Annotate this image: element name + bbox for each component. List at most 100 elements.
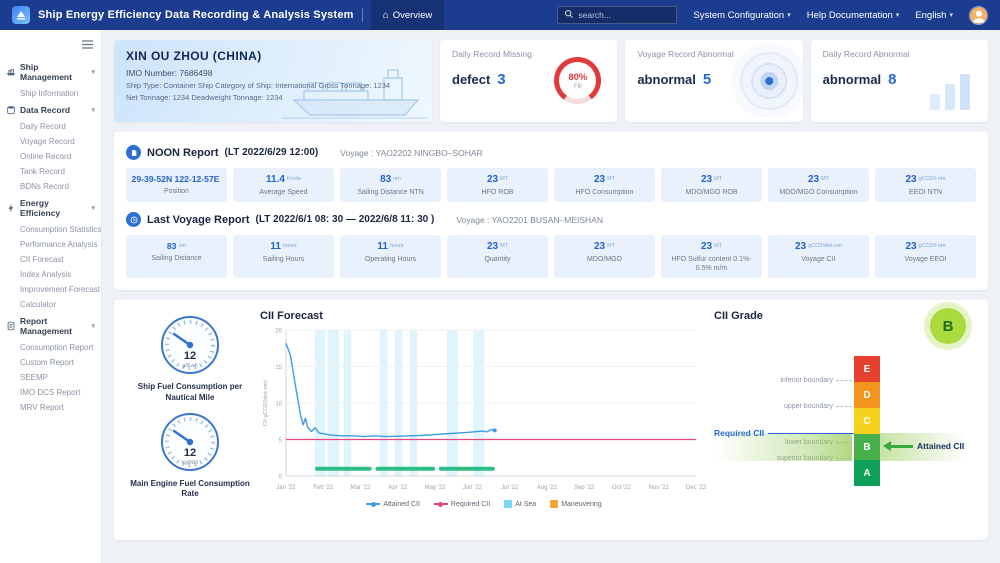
grade-block-d: D [854,382,880,409]
noon-report-header: NOON Report (LT 2022/6/29 12:00) Voyage … [126,145,976,160]
card-value: abnormal 8 [823,71,976,88]
last-voyage-report-voyage: Voyage : YAO2201 BUSAN–MEISHAN [456,215,603,225]
sidebar-item-consumption-report[interactable]: Consumption Report [0,340,101,355]
stat-tile-sailing-hours: 11 hours Sailing Hours [233,235,334,279]
sidebar-group-header-data-record[interactable]: Data Record ▾ [0,101,101,119]
value-text: 11 [377,241,388,253]
stat-label: Sailing Hours [262,256,305,264]
value-text: 23 [807,174,820,185]
grade-block-e: E [854,356,880,383]
value-text: 23 [486,241,499,253]
value-text: 23 [593,241,606,253]
sidebar-item-voyage-record[interactable]: Voyage Record [0,134,101,149]
stat-label: Operating Hours [364,256,417,264]
sidebar-group-header-ship-management[interactable]: Ship Management ▾ [0,58,101,86]
last-voyage-report-stats: 83 nm Sailing Distance 11 hours Sailing Ho… [126,235,976,279]
abnormal-keyword: abnormal [822,72,882,87]
value-unit: gCO2/t·nm [918,243,946,250]
chevron-down-icon: ▾ [91,107,95,114]
bar-chart-decoration [929,94,940,110]
stat-label: Sailing Distance [151,255,202,263]
voyage-value: YAO2202 NINGBO–SOHAR [375,147,483,158]
stat-tile-hfo-rob: 23 MT HFO ROB [447,168,548,203]
legend-item[interactable]: Attained CII [366,501,420,508]
sidebar-item-performance-analysis[interactable]: Performance Analysis [0,237,101,252]
search-box[interactable] [557,6,678,24]
noon-report-period: (LT 2022/6/29 12:00) [224,147,319,158]
stat-label: Quantity [484,256,511,264]
stat-label: HFO Sulfur content 0.1%- 0.5% m/m [671,256,752,272]
stat-value: 23 MT [771,174,866,185]
card-title: Voyage Record Abnormal [637,49,734,59]
grade-block-c: C [854,408,880,435]
sidebar-item-mrv-report[interactable]: MRV Report [0,400,101,415]
stat-value: 23 gCO2/t·nm [878,174,973,185]
sidebar-item-tank-record[interactable]: Tank Record [0,164,101,179]
sidebar-item-custom-report[interactable]: Custom Report [0,355,101,370]
legend-item[interactable]: Maneuvering [550,500,602,509]
sidebar-item-improvement-forecast[interactable]: Improvement Forecast [0,282,101,297]
legend-item[interactable]: At Sea [504,500,536,509]
daily-record-abnormal-card: Daily Record Abnormal abnormal 8 [810,40,988,122]
sidebar-item-index-analysis[interactable]: Index Analysis [0,267,101,282]
noon-report-title: NOON Report [147,146,219,159]
attained-cii-endpoint [492,428,497,433]
stat-value: 11 hours [343,241,438,252]
fill-percentage: 80% [568,71,588,83]
sidebar-collapse-icon[interactable] [0,34,101,58]
sidebar-item-seemp[interactable]: SEEMP [0,370,101,385]
voyage-label: Voyage : [456,214,490,225]
main-engine-fuel-gauge: 12 kg/NM Main Engine Fuel Consumption Ra… [126,411,254,500]
legend-item[interactable]: Required CII [433,501,490,508]
sidebar-item-imo-dcs-report[interactable]: IMO DCS Report [0,385,101,400]
stat-value: 23 MT [450,241,545,252]
search-input[interactable] [578,10,671,20]
search-icon [564,6,574,24]
sidebar-item-ship-information[interactable]: Ship Information [0,86,101,101]
sidebar-item-cii-forecast[interactable]: CII Forecast [0,252,101,267]
topbar: Ship Energy Efficiency Data Recording & … [0,0,1000,30]
sidebar-group-label: Data Record [20,105,71,115]
sidebar-item-daily-record[interactable]: Daily Record [0,119,101,134]
abnormal-count: 8 [888,71,897,88]
gauge-dial: 12 g/Kwh [161,316,219,375]
report-icon [6,321,16,331]
y-tick-label: 15 [275,365,282,371]
stat-label: HFO ROB [481,189,514,196]
gauge-label: Main Engine Fuel Consumption Rate [130,478,250,499]
sidebar-item-consumption-statistics[interactable]: Consumption Statistics [0,222,101,237]
stat-label: Voyage EEOI [904,256,947,264]
menu-system-configuration[interactable]: System Configuration ▾ [693,10,790,21]
stat-tile-mdo-mgo-consumption: 23 MT MDO/MGO Consumption [768,168,869,203]
gauge-label: Ship Fuel Consumption per Nautical Mile [137,382,243,402]
stat-value: 29-39-52N 122-12-57E [129,174,224,184]
sidebar-item-online-record[interactable]: Online Record [0,149,101,164]
ship-detail-line1: Ship Type: Container Ship Category of Sh… [126,81,391,90]
stat-label: EEOI NTN [908,189,943,196]
x-tick-label: May '22 [425,485,446,491]
value-text: 23 [486,174,499,185]
tab-overview[interactable]: ⌂ Overview [370,0,445,30]
sidebar-group-header-report-management[interactable]: Report Management ▾ [0,312,101,340]
voyage-report-icon [126,212,141,228]
value-text: 23 [700,241,713,253]
value-text: 83 [380,174,392,185]
app-title: Ship Energy Efficiency Data Recording & … [38,9,354,21]
sidebar-item-calculator[interactable]: Calculator [0,297,101,312]
stat-label: Sailing Distance NTN [357,189,424,196]
ship-icon [6,67,16,77]
x-tick-label: Dec '22 [686,485,706,491]
sidebar-group-header-energy-efficiency[interactable]: Energy Efficiency ▾ [0,194,101,222]
sidebar-item-bdns-record[interactable]: BDNs Record [0,179,101,194]
menu-language[interactable]: English ▾ [915,10,953,21]
cii-forecast-title: CII Forecast [260,310,323,323]
user-avatar[interactable] [969,5,988,25]
ship-name: XIN OU ZHOU (CHINA) [126,49,262,63]
value-unit: MT [607,243,616,250]
menu-help-documentation[interactable]: Help Documentation ▾ [807,10,900,21]
last-voyage-report-period: (LT 2022/6/1 08: 30 — 2022/6/8 11: 30 ) [255,214,435,226]
chevron-down-icon: ▾ [949,12,953,19]
daily-record-missing-card: Daily Record Missing defect 3 80% Fill [440,40,618,122]
sidebar-group-energy-efficiency: Energy Efficiency ▾ Consumption Statisti… [0,194,101,312]
timeline-segment [375,466,436,471]
